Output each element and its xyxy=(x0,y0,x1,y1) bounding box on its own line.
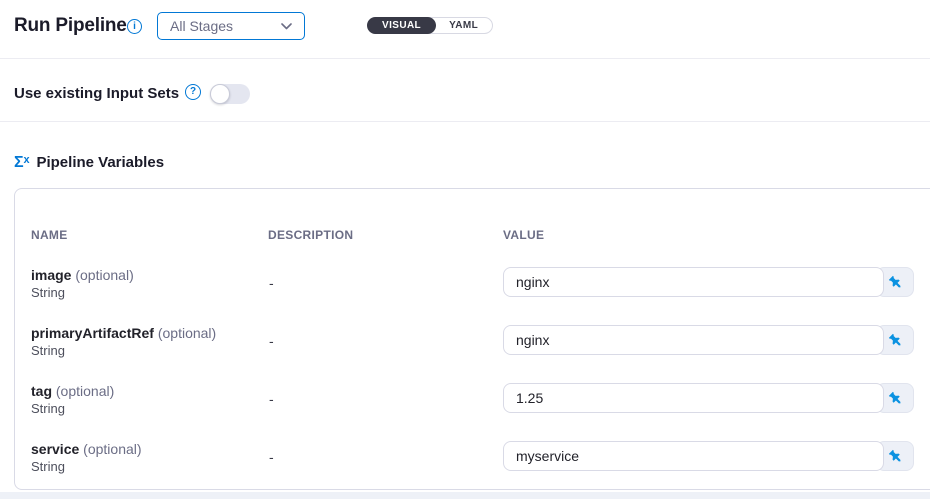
variable-name: primaryArtifactRef xyxy=(31,325,154,341)
column-header-name: NAME xyxy=(31,228,68,242)
optional-label: (optional) xyxy=(158,325,216,341)
pin-icon xyxy=(884,387,905,408)
view-mode-toggle: VISUAL YAML xyxy=(367,17,493,34)
value-input[interactable] xyxy=(503,441,884,471)
run-pipeline-dialog: Run Pipeline i All Stages VISUAL YAML Us… xyxy=(0,0,930,499)
value-input[interactable] xyxy=(503,267,884,297)
tab-yaml[interactable]: YAML xyxy=(435,18,492,33)
stage-selector-dropdown[interactable]: All Stages xyxy=(157,12,305,40)
page-title: Run Pipeline xyxy=(14,15,127,37)
variable-type: String xyxy=(31,401,65,416)
column-header-value: VALUE xyxy=(503,228,544,242)
variable-description: - xyxy=(269,449,274,465)
variables-icon: Σˣ xyxy=(14,155,29,171)
use-existing-input-sets-toggle[interactable] xyxy=(210,84,250,104)
variable-name: service xyxy=(31,441,79,457)
variable-name: image xyxy=(31,267,71,283)
variable-description: - xyxy=(269,391,274,407)
variable-type: String xyxy=(31,343,65,358)
pin-icon xyxy=(884,271,905,292)
chevron-down-icon xyxy=(281,23,292,30)
variable-name: tag xyxy=(31,383,52,399)
column-header-description: DESCRIPTION xyxy=(268,228,353,242)
table-row: tag (optional) String - xyxy=(15,383,930,441)
use-existing-input-sets-label: Use existing Input Sets xyxy=(14,85,179,102)
value-input-group xyxy=(503,441,914,471)
optional-label: (optional) xyxy=(83,441,141,457)
optional-label: (optional) xyxy=(75,267,133,283)
toggle-knob xyxy=(210,84,230,104)
pipeline-variables-title: Pipeline Variables xyxy=(36,154,164,171)
header-divider xyxy=(0,58,930,59)
pipeline-variables-heading: Σˣ Pipeline Variables xyxy=(14,154,164,171)
pipeline-variables-card: NAME DESCRIPTION VALUE image (optional) … xyxy=(14,188,930,490)
value-input-group xyxy=(503,383,914,413)
stage-selector-value: All Stages xyxy=(170,18,233,34)
variable-type: String xyxy=(31,285,65,300)
pin-icon xyxy=(884,329,905,350)
dialog-header: Run Pipeline i All Stages VISUAL YAML xyxy=(0,0,930,58)
pin-icon xyxy=(884,445,905,466)
variable-description: - xyxy=(269,333,274,349)
value-input-group xyxy=(503,325,914,355)
table-row: primaryArtifactRef (optional) String - xyxy=(15,325,930,383)
table-row: image (optional) String - xyxy=(15,267,930,325)
section-divider xyxy=(0,121,930,122)
info-icon[interactable]: i xyxy=(127,19,142,34)
value-input-group xyxy=(503,267,914,297)
help-icon[interactable]: ? xyxy=(185,84,201,100)
value-input[interactable] xyxy=(503,325,884,355)
footer-background-strip xyxy=(0,492,930,499)
optional-label: (optional) xyxy=(56,383,114,399)
value-input[interactable] xyxy=(503,383,884,413)
table-row: service (optional) String - xyxy=(15,441,930,499)
variable-description: - xyxy=(269,275,274,291)
variable-type: String xyxy=(31,459,65,474)
tab-visual[interactable]: VISUAL xyxy=(367,17,436,34)
